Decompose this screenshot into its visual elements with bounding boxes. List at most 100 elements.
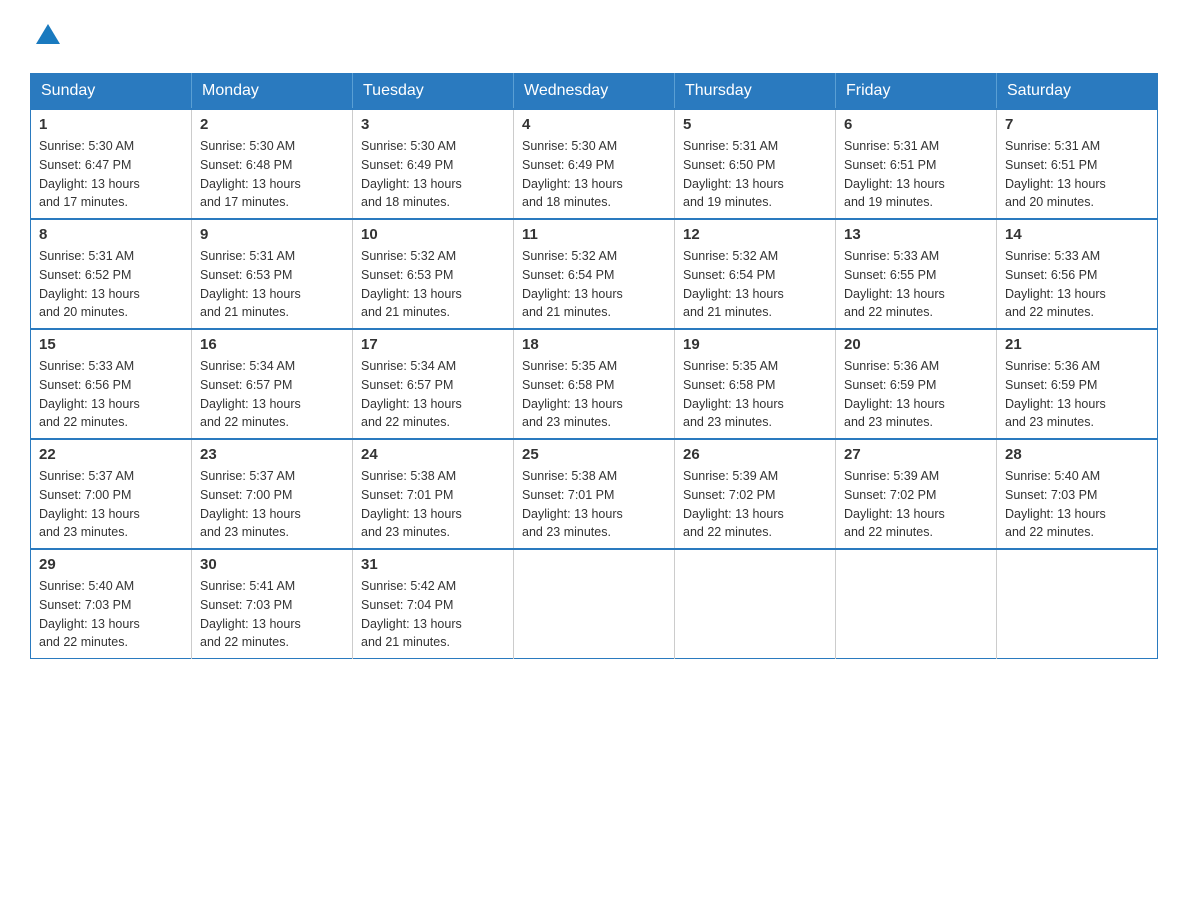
day-cell: 9 Sunrise: 5:31 AM Sunset: 6:53 PM Dayli…: [192, 219, 353, 329]
day-cell: 22 Sunrise: 5:37 AM Sunset: 7:00 PM Dayl…: [31, 439, 192, 549]
day-number: 20: [844, 336, 988, 353]
logo-triangle-icon: [34, 20, 62, 48]
day-number: 8: [39, 226, 183, 243]
day-number: 31: [361, 556, 505, 573]
day-cell: 19 Sunrise: 5:35 AM Sunset: 6:58 PM Dayl…: [675, 329, 836, 439]
day-cell: [675, 549, 836, 659]
day-number: 25: [522, 446, 666, 463]
day-cell: 1 Sunrise: 5:30 AM Sunset: 6:47 PM Dayli…: [31, 109, 192, 219]
day-info: Sunrise: 5:31 AM Sunset: 6:52 PM Dayligh…: [39, 247, 183, 322]
day-info: Sunrise: 5:31 AM Sunset: 6:53 PM Dayligh…: [200, 247, 344, 322]
day-number: 22: [39, 446, 183, 463]
day-info: Sunrise: 5:30 AM Sunset: 6:49 PM Dayligh…: [361, 137, 505, 212]
week-row-3: 15 Sunrise: 5:33 AM Sunset: 6:56 PM Dayl…: [31, 329, 1158, 439]
logo: [30, 20, 62, 53]
day-info: Sunrise: 5:31 AM Sunset: 6:51 PM Dayligh…: [844, 137, 988, 212]
day-info: Sunrise: 5:40 AM Sunset: 7:03 PM Dayligh…: [39, 577, 183, 652]
day-cell: 14 Sunrise: 5:33 AM Sunset: 6:56 PM Dayl…: [997, 219, 1158, 329]
day-info: Sunrise: 5:36 AM Sunset: 6:59 PM Dayligh…: [844, 357, 988, 432]
header-monday: Monday: [192, 74, 353, 110]
header-sunday: Sunday: [31, 74, 192, 110]
day-cell: 24 Sunrise: 5:38 AM Sunset: 7:01 PM Dayl…: [353, 439, 514, 549]
day-cell: 4 Sunrise: 5:30 AM Sunset: 6:49 PM Dayli…: [514, 109, 675, 219]
day-info: Sunrise: 5:40 AM Sunset: 7:03 PM Dayligh…: [1005, 467, 1149, 542]
day-cell: 21 Sunrise: 5:36 AM Sunset: 6:59 PM Dayl…: [997, 329, 1158, 439]
day-number: 24: [361, 446, 505, 463]
day-number: 21: [1005, 336, 1149, 353]
day-cell: 13 Sunrise: 5:33 AM Sunset: 6:55 PM Dayl…: [836, 219, 997, 329]
day-info: Sunrise: 5:33 AM Sunset: 6:56 PM Dayligh…: [1005, 247, 1149, 322]
day-number: 29: [39, 556, 183, 573]
day-number: 26: [683, 446, 827, 463]
day-info: Sunrise: 5:32 AM Sunset: 6:54 PM Dayligh…: [522, 247, 666, 322]
day-cell: 7 Sunrise: 5:31 AM Sunset: 6:51 PM Dayli…: [997, 109, 1158, 219]
day-number: 30: [200, 556, 344, 573]
day-number: 5: [683, 116, 827, 133]
day-number: 1: [39, 116, 183, 133]
day-cell: [997, 549, 1158, 659]
day-number: 23: [200, 446, 344, 463]
day-info: Sunrise: 5:32 AM Sunset: 6:53 PM Dayligh…: [361, 247, 505, 322]
page-header: [30, 20, 1158, 53]
day-info: Sunrise: 5:39 AM Sunset: 7:02 PM Dayligh…: [683, 467, 827, 542]
day-info: Sunrise: 5:31 AM Sunset: 6:51 PM Dayligh…: [1005, 137, 1149, 212]
header-tuesday: Tuesday: [353, 74, 514, 110]
day-info: Sunrise: 5:30 AM Sunset: 6:47 PM Dayligh…: [39, 137, 183, 212]
day-number: 7: [1005, 116, 1149, 133]
week-row-2: 8 Sunrise: 5:31 AM Sunset: 6:52 PM Dayli…: [31, 219, 1158, 329]
day-info: Sunrise: 5:37 AM Sunset: 7:00 PM Dayligh…: [200, 467, 344, 542]
day-number: 9: [200, 226, 344, 243]
header-wednesday: Wednesday: [514, 74, 675, 110]
day-info: Sunrise: 5:34 AM Sunset: 6:57 PM Dayligh…: [361, 357, 505, 432]
day-info: Sunrise: 5:31 AM Sunset: 6:50 PM Dayligh…: [683, 137, 827, 212]
day-cell: 25 Sunrise: 5:38 AM Sunset: 7:01 PM Dayl…: [514, 439, 675, 549]
day-info: Sunrise: 5:33 AM Sunset: 6:55 PM Dayligh…: [844, 247, 988, 322]
day-info: Sunrise: 5:33 AM Sunset: 6:56 PM Dayligh…: [39, 357, 183, 432]
day-number: 3: [361, 116, 505, 133]
day-cell: [514, 549, 675, 659]
day-number: 28: [1005, 446, 1149, 463]
day-cell: 20 Sunrise: 5:36 AM Sunset: 6:59 PM Dayl…: [836, 329, 997, 439]
day-cell: 5 Sunrise: 5:31 AM Sunset: 6:50 PM Dayli…: [675, 109, 836, 219]
day-cell: [836, 549, 997, 659]
calendar-header-row: SundayMondayTuesdayWednesdayThursdayFrid…: [31, 74, 1158, 110]
day-number: 15: [39, 336, 183, 353]
day-cell: 18 Sunrise: 5:35 AM Sunset: 6:58 PM Dayl…: [514, 329, 675, 439]
day-number: 13: [844, 226, 988, 243]
day-number: 4: [522, 116, 666, 133]
day-cell: 23 Sunrise: 5:37 AM Sunset: 7:00 PM Dayl…: [192, 439, 353, 549]
day-cell: 30 Sunrise: 5:41 AM Sunset: 7:03 PM Dayl…: [192, 549, 353, 659]
day-number: 16: [200, 336, 344, 353]
day-info: Sunrise: 5:34 AM Sunset: 6:57 PM Dayligh…: [200, 357, 344, 432]
day-cell: 2 Sunrise: 5:30 AM Sunset: 6:48 PM Dayli…: [192, 109, 353, 219]
day-info: Sunrise: 5:35 AM Sunset: 6:58 PM Dayligh…: [522, 357, 666, 432]
day-number: 27: [844, 446, 988, 463]
header-saturday: Saturday: [997, 74, 1158, 110]
day-number: 10: [361, 226, 505, 243]
day-info: Sunrise: 5:39 AM Sunset: 7:02 PM Dayligh…: [844, 467, 988, 542]
day-number: 14: [1005, 226, 1149, 243]
day-cell: 28 Sunrise: 5:40 AM Sunset: 7:03 PM Dayl…: [997, 439, 1158, 549]
day-cell: 27 Sunrise: 5:39 AM Sunset: 7:02 PM Dayl…: [836, 439, 997, 549]
day-info: Sunrise: 5:41 AM Sunset: 7:03 PM Dayligh…: [200, 577, 344, 652]
day-number: 11: [522, 226, 666, 243]
day-info: Sunrise: 5:37 AM Sunset: 7:00 PM Dayligh…: [39, 467, 183, 542]
header-friday: Friday: [836, 74, 997, 110]
day-cell: 16 Sunrise: 5:34 AM Sunset: 6:57 PM Dayl…: [192, 329, 353, 439]
calendar-table: SundayMondayTuesdayWednesdayThursdayFrid…: [30, 73, 1158, 659]
day-info: Sunrise: 5:36 AM Sunset: 6:59 PM Dayligh…: [1005, 357, 1149, 432]
day-cell: 3 Sunrise: 5:30 AM Sunset: 6:49 PM Dayli…: [353, 109, 514, 219]
day-info: Sunrise: 5:30 AM Sunset: 6:48 PM Dayligh…: [200, 137, 344, 212]
day-cell: 6 Sunrise: 5:31 AM Sunset: 6:51 PM Dayli…: [836, 109, 997, 219]
week-row-4: 22 Sunrise: 5:37 AM Sunset: 7:00 PM Dayl…: [31, 439, 1158, 549]
day-cell: 12 Sunrise: 5:32 AM Sunset: 6:54 PM Dayl…: [675, 219, 836, 329]
day-cell: 10 Sunrise: 5:32 AM Sunset: 6:53 PM Dayl…: [353, 219, 514, 329]
day-cell: 31 Sunrise: 5:42 AM Sunset: 7:04 PM Dayl…: [353, 549, 514, 659]
day-info: Sunrise: 5:30 AM Sunset: 6:49 PM Dayligh…: [522, 137, 666, 212]
day-info: Sunrise: 5:42 AM Sunset: 7:04 PM Dayligh…: [361, 577, 505, 652]
day-info: Sunrise: 5:32 AM Sunset: 6:54 PM Dayligh…: [683, 247, 827, 322]
day-cell: 11 Sunrise: 5:32 AM Sunset: 6:54 PM Dayl…: [514, 219, 675, 329]
day-cell: 15 Sunrise: 5:33 AM Sunset: 6:56 PM Dayl…: [31, 329, 192, 439]
week-row-5: 29 Sunrise: 5:40 AM Sunset: 7:03 PM Dayl…: [31, 549, 1158, 659]
day-number: 2: [200, 116, 344, 133]
